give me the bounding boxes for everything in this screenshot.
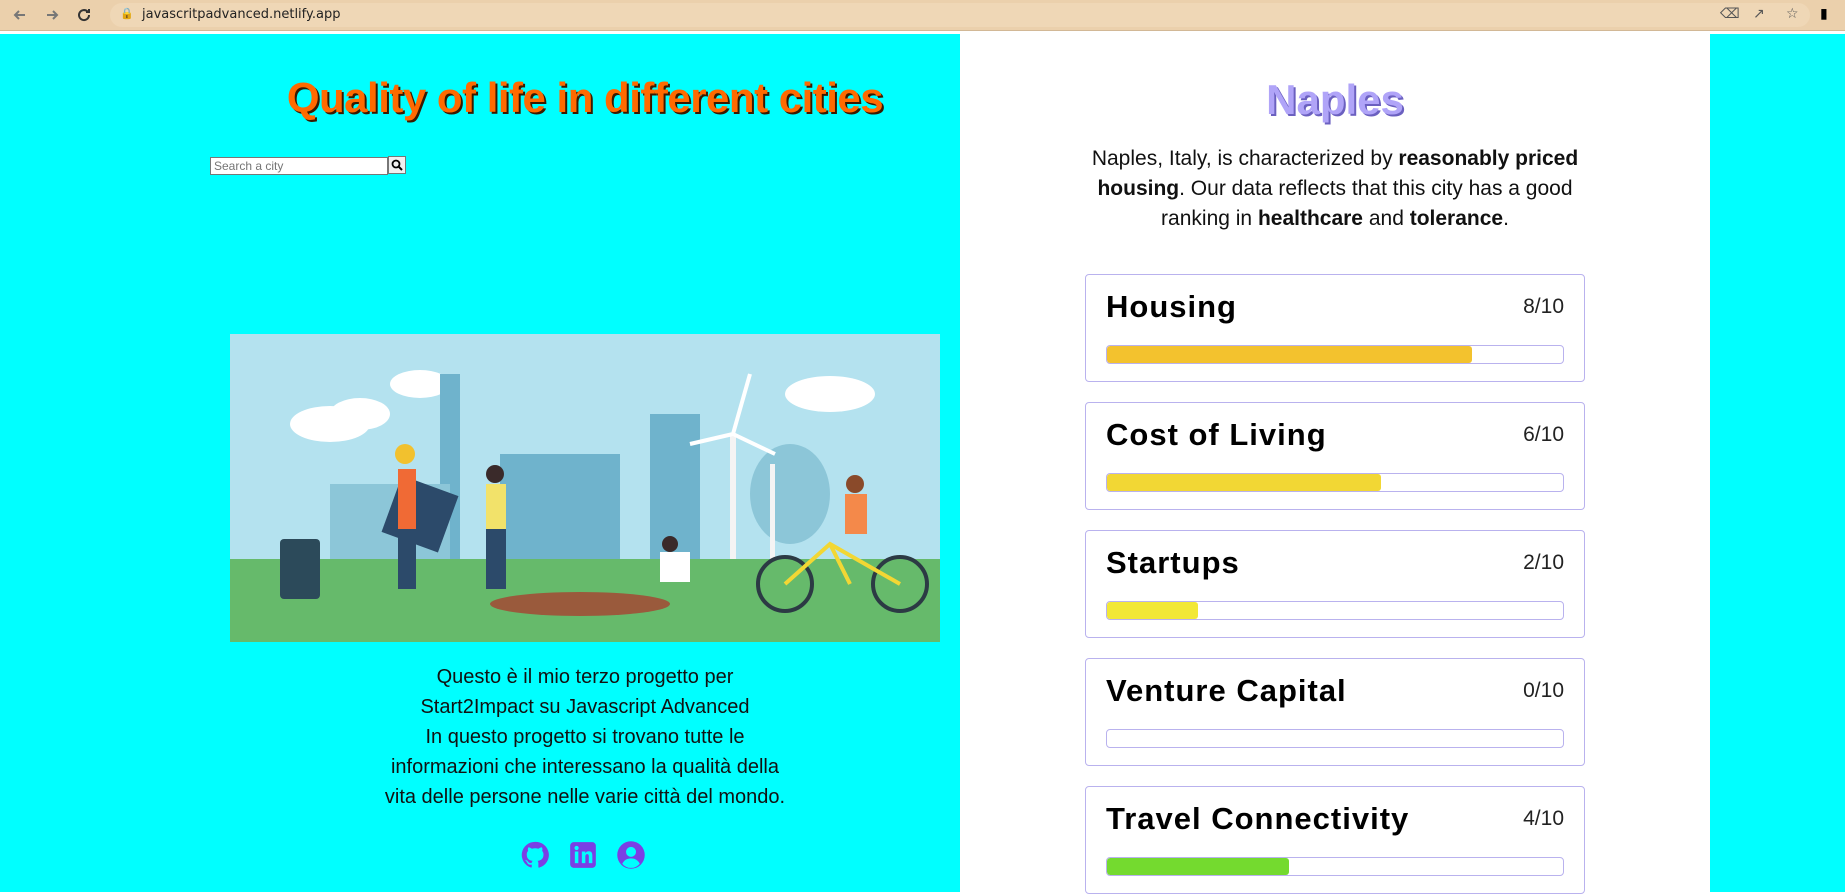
category-score: 4/10 [1523, 807, 1564, 830]
summary-text: and [1363, 207, 1410, 230]
summary-text: Naples, Italy, is characterized by [1091, 147, 1399, 170]
description-line: In questo progetto si trovano tutte le [425, 726, 745, 748]
browser-toolbar: 🔒 javascritpadvanced.netlify.app ⌫ ↗ ☆ ▮ [0, 0, 1845, 31]
star-icon[interactable]: ☆ [1786, 6, 1799, 22]
category-score: 2/10 [1523, 551, 1564, 574]
category-card-startups: Startups 2/10 [1085, 530, 1585, 638]
share-icon[interactable]: ↗ [1753, 6, 1765, 22]
reload-icon[interactable] [74, 5, 94, 25]
left-panel: Quality of life in different cities Sear… [0, 34, 960, 892]
description-line: informazioni che interessano la qualità … [390, 756, 779, 778]
category-name: Cost of Living [1106, 417, 1327, 452]
right-margin [1710, 34, 1845, 892]
social-links [520, 840, 646, 870]
score-bar-fill [1107, 602, 1199, 619]
category-name: Venture Capital [1106, 673, 1347, 708]
score-bar [1106, 857, 1564, 876]
linkedin-link[interactable] [568, 840, 598, 870]
city-search-input[interactable] [210, 157, 388, 175]
search-icon [391, 159, 403, 171]
score-bar [1106, 473, 1564, 492]
category-score: 0/10 [1523, 679, 1564, 702]
category-card-travel-connectivity: Travel Connectivity 4/10 [1085, 786, 1585, 894]
score-bar-fill [1107, 346, 1472, 363]
summary-text: . [1503, 207, 1509, 230]
category-card-housing: Housing 8/10 [1085, 274, 1585, 382]
score-bar [1106, 601, 1564, 620]
category-name: Travel Connectivity [1106, 801, 1410, 836]
score-bar-fill [1107, 858, 1290, 875]
address-bar[interactable] [110, 3, 1810, 27]
summary-bold: healthcare [1257, 207, 1363, 230]
category-name: Startups [1106, 545, 1240, 580]
city-name: Naples [1266, 76, 1404, 123]
github-link[interactable] [520, 840, 550, 870]
summary-bold: tolerance [1409, 207, 1504, 230]
back-arrow-icon[interactable] [10, 5, 30, 25]
forward-arrow-icon[interactable] [42, 5, 62, 25]
linkedin-icon [570, 842, 596, 868]
score-bar [1106, 729, 1564, 748]
category-card-venture-capital: Venture Capital 0/10 [1085, 658, 1585, 766]
category-score: 6/10 [1523, 423, 1564, 446]
user-circle-icon [617, 841, 645, 869]
url-text: javascritpadvanced.netlify.app [142, 7, 341, 22]
category-score: 8/10 [1523, 295, 1564, 318]
city-summary: Naples, Italy, is characterized by reaso… [1088, 144, 1582, 234]
description-line: Start2Impact su Javascript Advanced [420, 696, 750, 718]
city-panel: Naples Naples, Italy, is characterized b… [960, 34, 1710, 894]
category-name: Housing [1106, 289, 1237, 324]
profile-link[interactable] [616, 840, 646, 870]
github-icon [521, 841, 549, 868]
search-button[interactable] [388, 156, 406, 174]
description-line: vita delle persone nelle varie città del… [384, 786, 786, 808]
lock-icon: 🔒 [120, 7, 134, 20]
score-bar-fill [1107, 474, 1381, 491]
city-life-illustration [230, 334, 940, 642]
project-description: Questo è il mio terzo progetto per Start… [345, 662, 825, 812]
translate-icon[interactable]: ⌫ [1720, 6, 1740, 22]
category-card-cost-of-living: Cost of Living 6/10 [1085, 402, 1585, 510]
description-line: Questo è il mio terzo progetto per [436, 666, 734, 688]
score-bar [1106, 345, 1564, 364]
sidebar-icon[interactable]: ▮ [1820, 6, 1828, 22]
